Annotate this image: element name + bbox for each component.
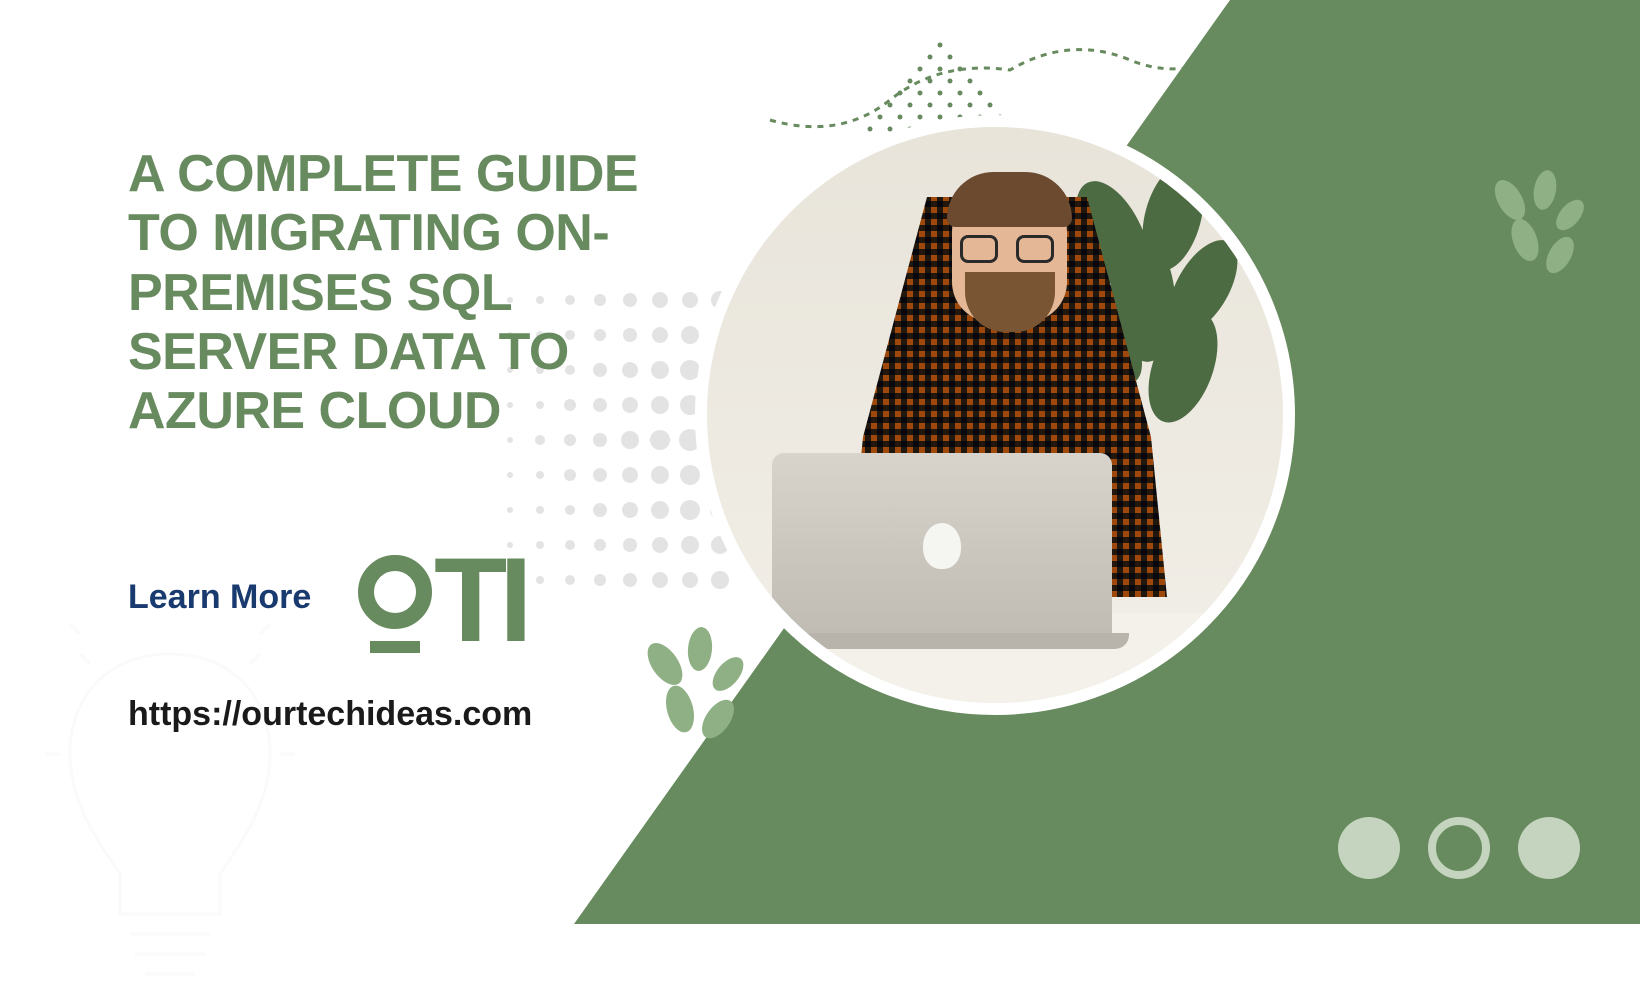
- person-hair: [947, 172, 1072, 227]
- logo-ti-letters: TI: [434, 549, 525, 651]
- learn-more-link[interactable]: Learn More: [128, 578, 311, 617]
- person-glasses: [960, 235, 1060, 265]
- dot-3: [1518, 817, 1580, 879]
- lightbulb-outline-decoration: [30, 604, 310, 1004]
- dot-1: [1338, 817, 1400, 879]
- laptop: [772, 453, 1112, 663]
- hero-photo: [695, 115, 1295, 715]
- website-url[interactable]: https://ourtechideas.com: [128, 695, 532, 734]
- main-title: A COMPLETE GUIDE TO MIGRATING ON-PREMISE…: [128, 145, 713, 441]
- pagination-dots: [1338, 817, 1580, 879]
- dot-2: [1428, 817, 1490, 879]
- apple-logo-icon: [923, 523, 961, 569]
- oti-logo: TI: [358, 525, 525, 653]
- logo-o-letter: [358, 525, 432, 653]
- leaf-sprig-top-right: [1490, 170, 1590, 290]
